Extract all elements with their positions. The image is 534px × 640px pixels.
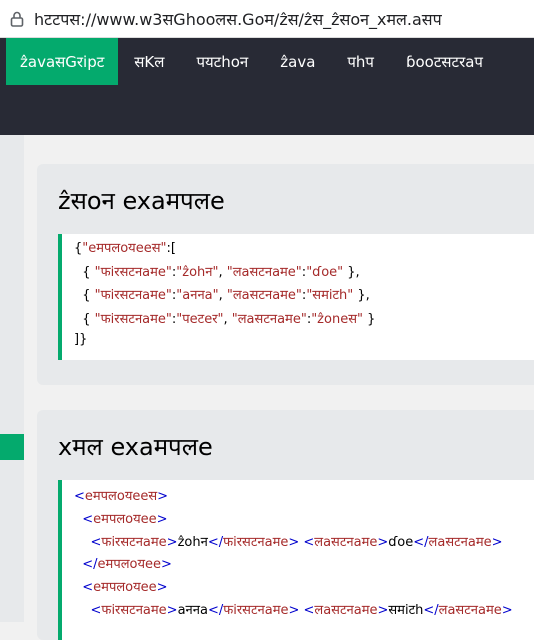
- xml-token: eमपलoयeeस: [84, 489, 158, 504]
- json-token: "ẑoneस": [311, 311, 363, 327]
- xml-token: >: [501, 603, 513, 618]
- xml-token: <: [74, 534, 102, 550]
- json-token: "फiरसटनaमe": [94, 311, 172, 327]
- nav-item-4[interactable]: पhप: [331, 38, 390, 85]
- json-token: ,: [218, 264, 227, 280]
- xml-line: </eमपलoयee>: [74, 554, 172, 572]
- xml-token: aननa: [177, 603, 208, 618]
- json-token: "लaसटनaमe": [226, 288, 302, 304]
- xml-token: >: [491, 534, 503, 550]
- nav-item-2[interactable]: पयटhoन: [180, 38, 264, 85]
- xml-token: >: [377, 603, 389, 618]
- json-token: ,: [223, 311, 232, 327]
- sub-navigation-bar: [0, 85, 534, 135]
- json-token: }: [362, 311, 376, 327]
- top-navigation: ẑavaसGरipट सKल पयटhoन ẑava पhप ɓooटसटरaप: [0, 38, 534, 85]
- sidebar-active-marker: [0, 434, 24, 460]
- xml-token: >: [156, 580, 168, 596]
- nav-item-5[interactable]: ɓooटसटरaप: [390, 38, 499, 85]
- json-token: ]}: [74, 332, 88, 348]
- xml-token: >: [377, 534, 389, 550]
- xml-token: >: [161, 557, 172, 573]
- xml-token: फiरसटनaमe: [223, 534, 289, 550]
- xml-token: >: [157, 489, 169, 504]
- json-line: ]}: [74, 332, 87, 347]
- xml-token: <: [74, 489, 85, 504]
- json-line: { "फiरसटनaमe":"ẑohन", "लaसटनaमe":"ɗoe" }…: [74, 262, 360, 280]
- json-token: {: [74, 288, 95, 304]
- json-example-card: ẑसoन exaमपलe {"eमपलoयeeस":[ { "फiरसटनaमe…: [37, 164, 534, 385]
- xml-line: <eमपलoयee>: [74, 509, 168, 527]
- xml-token: <: [74, 580, 94, 596]
- json-token: },: [353, 288, 370, 304]
- nav-item-0[interactable]: ẑavaसGरipट: [6, 38, 119, 85]
- json-token: {: [74, 311, 95, 327]
- xml-token: लaसटनaमe: [314, 603, 378, 618]
- xml-token: <: [74, 511, 94, 527]
- xml-token: समiटh: [388, 603, 424, 618]
- left-sidebar-strip: [0, 135, 24, 622]
- xml-example-card: xमल exaमपलe <eमपलoयeeस> <eमपलoयee> <फiरस…: [37, 410, 534, 640]
- nav-item-3[interactable]: ẑava: [264, 38, 331, 85]
- xml-token: फiरसटनaमe: [223, 603, 289, 618]
- xml-token: >: [156, 511, 168, 527]
- xml-token: >: [166, 534, 178, 550]
- xml-line: <eमपलoयee>: [74, 577, 168, 596]
- xml-token: > <: [288, 603, 315, 618]
- xml-token: </: [74, 557, 98, 573]
- xml-token: eमपलoयee: [97, 557, 162, 573]
- json-token: "लaसटनaमe": [226, 264, 302, 280]
- lock-icon: [10, 11, 24, 27]
- xml-token: ẑohन: [177, 534, 208, 550]
- json-token: "पeटeर": [176, 311, 224, 327]
- json-token: "ɗoe": [306, 264, 344, 280]
- json-token: "फiरसटनaमe": [94, 264, 172, 280]
- xml-token: लaसटनaमe: [314, 534, 378, 550]
- json-token: "फiरसटनaमe": [94, 288, 172, 304]
- xml-token: </: [207, 603, 224, 618]
- url-text[interactable]: hटटपस://www.w3सGhooलस.Goम/ẑस/ẑस_ẑसoन_xमल…: [34, 8, 442, 30]
- json-token: },: [343, 264, 360, 280]
- xml-token: लaसटनaमe: [438, 603, 502, 618]
- json-token: ,: [218, 288, 227, 304]
- xml-line: <फiरसटनaमe>aननa</फiरसटनaमe> <लaसटनaमe>सम…: [74, 600, 513, 618]
- xml-token: फiरसटनaमe: [101, 534, 167, 550]
- xml-token: लaसटनaमe: [428, 534, 492, 550]
- json-token: "eमपलoयeeस": [82, 241, 167, 256]
- json-line: { "फiरसटनaमe":"aननa", "लaसटनaमe":"समiटh"…: [74, 285, 370, 303]
- json-token: "लaसटनaमe": [231, 311, 307, 327]
- json-line: { "फiरसटनaमe":"पeटeर", "लaसटनaमe":"ẑoneस…: [74, 309, 375, 327]
- json-token: "ẑohन": [176, 264, 219, 280]
- xml-line: <eमपलoयeeस>: [74, 486, 168, 504]
- xml-token: eमपलoयee: [93, 511, 157, 527]
- xml-token: </: [207, 534, 224, 550]
- nav-item-1[interactable]: सKल: [118, 38, 180, 85]
- xml-token: </: [413, 534, 429, 550]
- json-token: "समiटh": [306, 288, 354, 304]
- xml-line: <फiरसटनaमe>ẑohन</फiरसटनaमe> <लaसटनaमe>ɗo…: [74, 532, 503, 550]
- json-line: {"eमपलoयeeस":[: [74, 238, 176, 256]
- xml-token: </: [423, 603, 439, 618]
- xml-token: > <: [288, 534, 315, 550]
- json-token: {: [74, 264, 95, 280]
- xml-token: ɗoe: [388, 534, 414, 550]
- json-token: "aननa": [176, 288, 219, 304]
- address-bar[interactable]: hटटपस://www.w3सGhooलस.Goम/ẑस/ẑस_ẑसoन_xमल…: [0, 0, 534, 38]
- xml-token: <: [74, 603, 102, 618]
- xml-token: eमपलoयee: [93, 580, 157, 596]
- xml-example-heading: xमल exaमपलe: [58, 433, 213, 461]
- json-token: :[: [166, 241, 176, 256]
- json-code-block: {"eमपलoयeeस":[ { "फiरसटनaमe":"ẑohन", "लa…: [58, 234, 534, 360]
- xml-token: >: [166, 603, 178, 618]
- json-example-heading: ẑसoन exaमपलe: [58, 187, 225, 215]
- xml-token: फiरसटनaमe: [101, 603, 167, 618]
- xml-code-block: <eमपलoयeeस> <eमपलoयee> <फiरसटनaमe>ẑohन</…: [58, 480, 534, 640]
